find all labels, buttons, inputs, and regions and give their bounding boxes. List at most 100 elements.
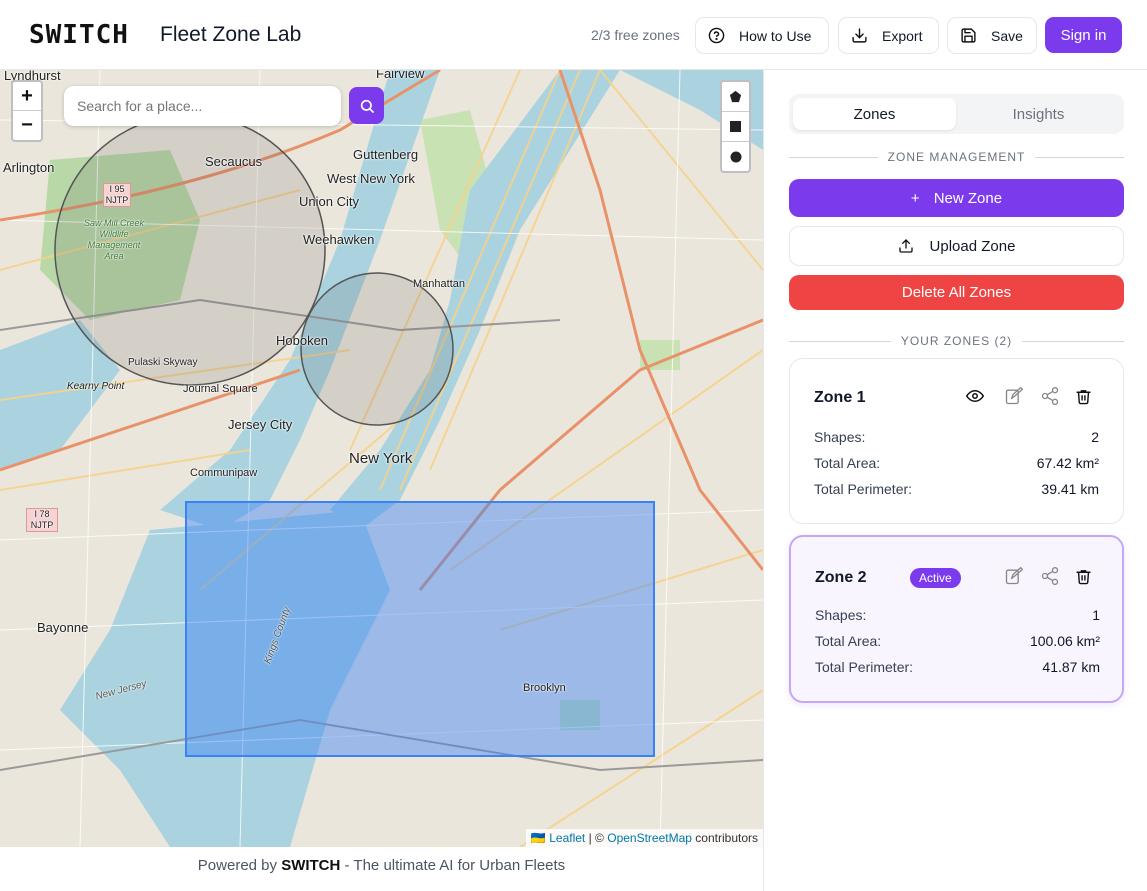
download-icon <box>852 28 867 43</box>
shapes-value: 2 <box>1091 429 1099 445</box>
how-to-use-label: How to Use <box>739 27 812 44</box>
zone-name: Zone 2 <box>815 569 867 586</box>
app-title: Fleet Zone Lab <box>160 23 302 46</box>
tab-insights[interactable]: Insights <box>957 98 1120 130</box>
map-label-jersey-city: Jersey City <box>228 417 293 432</box>
edit-zone-button[interactable] <box>1003 385 1025 407</box>
map-label-i78: I 78 NJTP <box>26 508 58 532</box>
circle-icon <box>730 151 741 163</box>
your-zones-heading: YOUR ZONES (2) <box>789 334 1124 348</box>
leaflet-link[interactable]: Leaflet <box>549 831 585 845</box>
zone-card[interactable]: Zone 1 Shapes: 2 Total Area: 67.42 km² T… <box>789 358 1124 524</box>
area-value: 67.42 km² <box>1036 455 1099 471</box>
export-label: Export <box>882 27 923 44</box>
attribution-separator: | © <box>588 831 604 845</box>
map-label-i95: I 95 NJTP <box>103 183 131 207</box>
map-label-west-new-york: West New York <box>327 171 415 186</box>
active-badge: Active <box>910 568 961 588</box>
how-to-use-button[interactable]: How to Use <box>695 17 829 54</box>
zone-card-active[interactable]: Zone 2 Active Shapes: 1 Total Area: 100.… <box>789 535 1124 703</box>
zone-area-row: Total Area: 100.06 km² <box>815 633 1100 649</box>
footer-tagline: Powered by SWITCH - The ultimate AI for … <box>0 857 763 874</box>
sign-in-button[interactable]: Sign in <box>1045 17 1122 53</box>
perimeter-label: Total Perimeter: <box>814 481 913 497</box>
delete-zone-button[interactable] <box>1072 385 1094 407</box>
upload-zone-button[interactable]: Upload Zone <box>789 226 1124 266</box>
trash-icon <box>1075 389 1091 404</box>
zone-area-row: Total Area: 67.42 km² <box>814 455 1099 471</box>
zone-management-label: ZONE MANAGEMENT <box>887 150 1026 164</box>
toggle-visibility-button[interactable] <box>964 385 986 407</box>
zone-perimeter-row: Total Perimeter: 41.87 km <box>815 659 1100 675</box>
delete-zone-button[interactable] <box>1072 565 1094 587</box>
switch-logo[interactable]: SWITCH <box>29 22 129 48</box>
area-value: 100.06 km² <box>1029 633 1100 649</box>
map-label-manhattan: Manhattan <box>413 278 465 290</box>
draw-toolbar <box>720 80 751 173</box>
map-label-union-city: Union City <box>299 194 359 209</box>
trash-icon <box>1075 569 1091 584</box>
save-label: Save <box>991 27 1023 44</box>
square-icon <box>730 121 741 132</box>
map-label-communipaw: Communipaw <box>190 467 258 479</box>
map-attribution: 🇺🇦 Leaflet | © OpenStreetMap contributor… <box>525 829 763 847</box>
map-label-fairview: Fairview <box>376 70 425 81</box>
map-label-saw-mill: Saw Mill Creek Wildlife Management Area <box>83 218 144 261</box>
map-label-kearny-point: Kearny Point <box>67 381 125 392</box>
place-search-button[interactable] <box>349 87 384 124</box>
zoom-control: + − <box>11 80 43 142</box>
attribution-contributors: contributors <box>695 831 758 845</box>
zone-perimeter-row: Total Perimeter: 39.41 km <box>814 481 1099 497</box>
map-label-journal-square: Journal Square <box>183 383 258 395</box>
perimeter-value: 39.41 km <box>1041 481 1099 497</box>
share-zone-button[interactable] <box>1039 385 1061 407</box>
tab-zones[interactable]: Zones <box>793 98 956 130</box>
area-label: Total Area: <box>814 455 881 471</box>
sidebar-tabs: Zones Insights <box>789 94 1124 134</box>
footer-brand: SWITCH <box>281 857 341 874</box>
export-button[interactable]: Export <box>838 17 939 54</box>
map-label-pulaski-skyway: Pulaski Skyway <box>128 357 198 368</box>
map-label-guttenberg: Guttenberg <box>353 147 419 162</box>
zone-sidebar: Zones Insights ZONE MANAGEMENT + New Zon… <box>763 70 1147 891</box>
edit-pen-icon <box>1005 567 1023 585</box>
eye-icon <box>966 389 984 403</box>
edit-zone-button[interactable] <box>1003 565 1025 587</box>
search-icon <box>360 99 374 113</box>
your-zones-label: YOUR ZONES (2) <box>900 334 1013 348</box>
footer-prefix: Powered by <box>197 857 278 874</box>
shapes-label: Shapes: <box>815 607 867 623</box>
zoom-in-button[interactable]: + <box>13 82 41 111</box>
map-view[interactable]: Lyndhurst Fairview Arlington Secaucus Gu… <box>0 70 763 847</box>
map-label-arlington: Arlington <box>3 160 55 175</box>
place-search-input[interactable] <box>64 86 341 126</box>
share-nodes-icon <box>1041 387 1059 405</box>
zone-management-heading: ZONE MANAGEMENT <box>789 150 1124 164</box>
floppy-disk-icon <box>961 28 976 43</box>
upload-icon <box>898 239 913 253</box>
openstreetmap-link[interactable]: OpenStreetMap <box>607 831 692 845</box>
shapes-label: Shapes: <box>814 429 866 445</box>
zoom-out-button[interactable]: − <box>13 111 41 140</box>
delete-all-zones-button[interactable]: Delete All Zones <box>789 275 1124 310</box>
upload-zone-label: Upload Zone <box>929 237 1016 255</box>
map-label-new-york: New York <box>349 450 413 467</box>
free-zones-counter: 2/3 free zones <box>591 27 680 43</box>
edit-pen-icon <box>1005 387 1023 405</box>
ukraine-flag-icon: 🇺🇦 <box>530 831 546 845</box>
map-label-secaucus: Secaucus <box>205 154 263 169</box>
new-zone-button[interactable]: + New Zone <box>789 179 1124 217</box>
draw-polygon-button[interactable] <box>722 82 749 112</box>
share-zone-button[interactable] <box>1039 565 1061 587</box>
map-label-brooklyn: Brooklyn <box>523 682 566 694</box>
pentagon-icon <box>729 90 742 103</box>
perimeter-value: 41.87 km <box>1042 659 1100 675</box>
draw-rectangle-button[interactable] <box>722 112 749 142</box>
share-nodes-icon <box>1041 567 1059 585</box>
app-header: SWITCH Fleet Zone Lab 2/3 free zones How… <box>0 0 1147 70</box>
map-label-bayonne: Bayonne <box>37 620 89 635</box>
help-circle-icon <box>708 27 725 44</box>
footer-suffix: - The ultimate AI for Urban Fleets <box>344 857 566 874</box>
save-button[interactable]: Save <box>947 17 1037 54</box>
draw-circle-button[interactable] <box>722 142 749 172</box>
